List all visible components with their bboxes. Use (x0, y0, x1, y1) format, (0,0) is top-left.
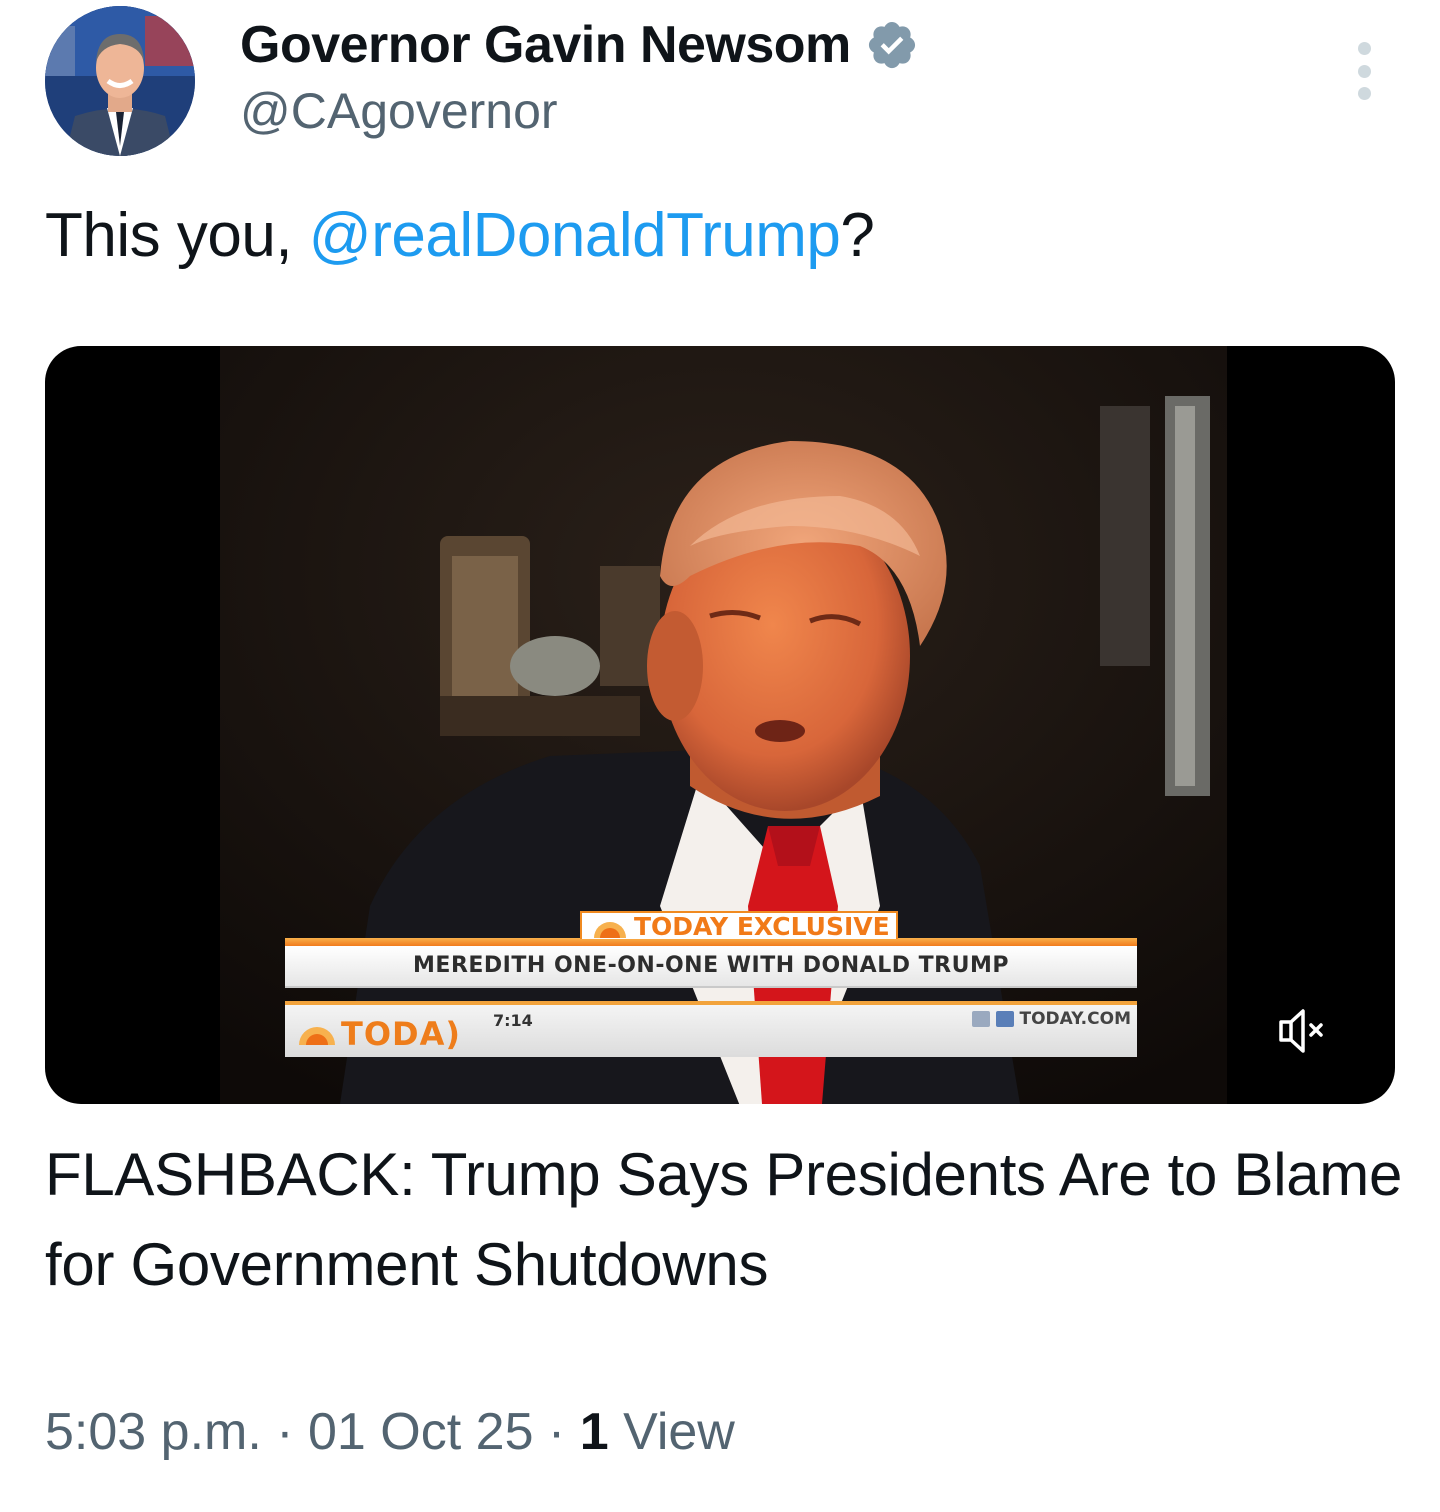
meta-separator: · (533, 1403, 580, 1461)
link-card-title[interactable]: FLASHBACK: Trump Says Presidents Are to … (45, 1130, 1405, 1310)
views-label: View (623, 1403, 735, 1461)
today-logo-text: TODA) (341, 1015, 461, 1053)
views-count: 1 (579, 1403, 609, 1461)
lower-third-caption: MEREDITH ONE-ON-ONE WITH DONALD TRUMP (285, 946, 1137, 988)
more-options-button[interactable] (1336, 36, 1392, 106)
email-icon (971, 1011, 990, 1027)
author-handle[interactable]: @CAgovernor (240, 82, 558, 140)
mention-link[interactable]: @realDonaldTrump (309, 201, 841, 270)
tweet-text-prefix: This you, (45, 201, 309, 270)
more-dot-icon (1357, 42, 1371, 55)
more-dot-icon (1357, 64, 1371, 78)
avatar-photo (45, 6, 195, 156)
video-player[interactable]: TODAY EXCLUSIVE MEREDITH ONE-ON-ONE WITH… (45, 346, 1395, 1104)
today-website: TODAY.COM (971, 1009, 1132, 1029)
today-sun-icon (299, 1027, 335, 1045)
author-name-row: Governor Gavin Newsom (240, 10, 919, 80)
tweet-text-suffix: ? (840, 201, 875, 270)
today-ticker-bar: TODA) 7:14 TODAY.COM (285, 1001, 1137, 1057)
author-avatar[interactable] (45, 6, 195, 156)
today-sun-icon (594, 922, 626, 938)
today-exclusive-tag: TODAY EXCLUSIVE (580, 911, 898, 941)
tweet-time[interactable]: 5:03 p.m. (45, 1403, 262, 1461)
more-dot-icon (1357, 87, 1371, 100)
exclusive-tag-text: TODAY EXCLUSIVE (634, 912, 890, 941)
today-website-text: TODAY.COM (1019, 1009, 1132, 1029)
facebook-icon (995, 1011, 1014, 1027)
speaker-muted-icon[interactable] (1275, 1006, 1333, 1056)
meta-separator: · (261, 1403, 309, 1461)
ticker-clock: 7:14 (493, 1011, 533, 1030)
tweet-text: This you, @realDonaldTrump? (45, 196, 875, 276)
video-still-image (220, 346, 1227, 1104)
tweet-date[interactable]: 01 Oct 25 (308, 1403, 533, 1461)
today-logo: TODA) (297, 1015, 461, 1053)
video-frame[interactable]: TODAY EXCLUSIVE MEREDITH ONE-ON-ONE WITH… (220, 346, 1227, 1104)
author-display-name[interactable]: Governor Gavin Newsom (240, 15, 851, 75)
verified-badge-icon (868, 21, 915, 69)
tweet-metadata: 5:03 p.m. · 01 Oct 25 · 1 View (45, 1402, 735, 1462)
